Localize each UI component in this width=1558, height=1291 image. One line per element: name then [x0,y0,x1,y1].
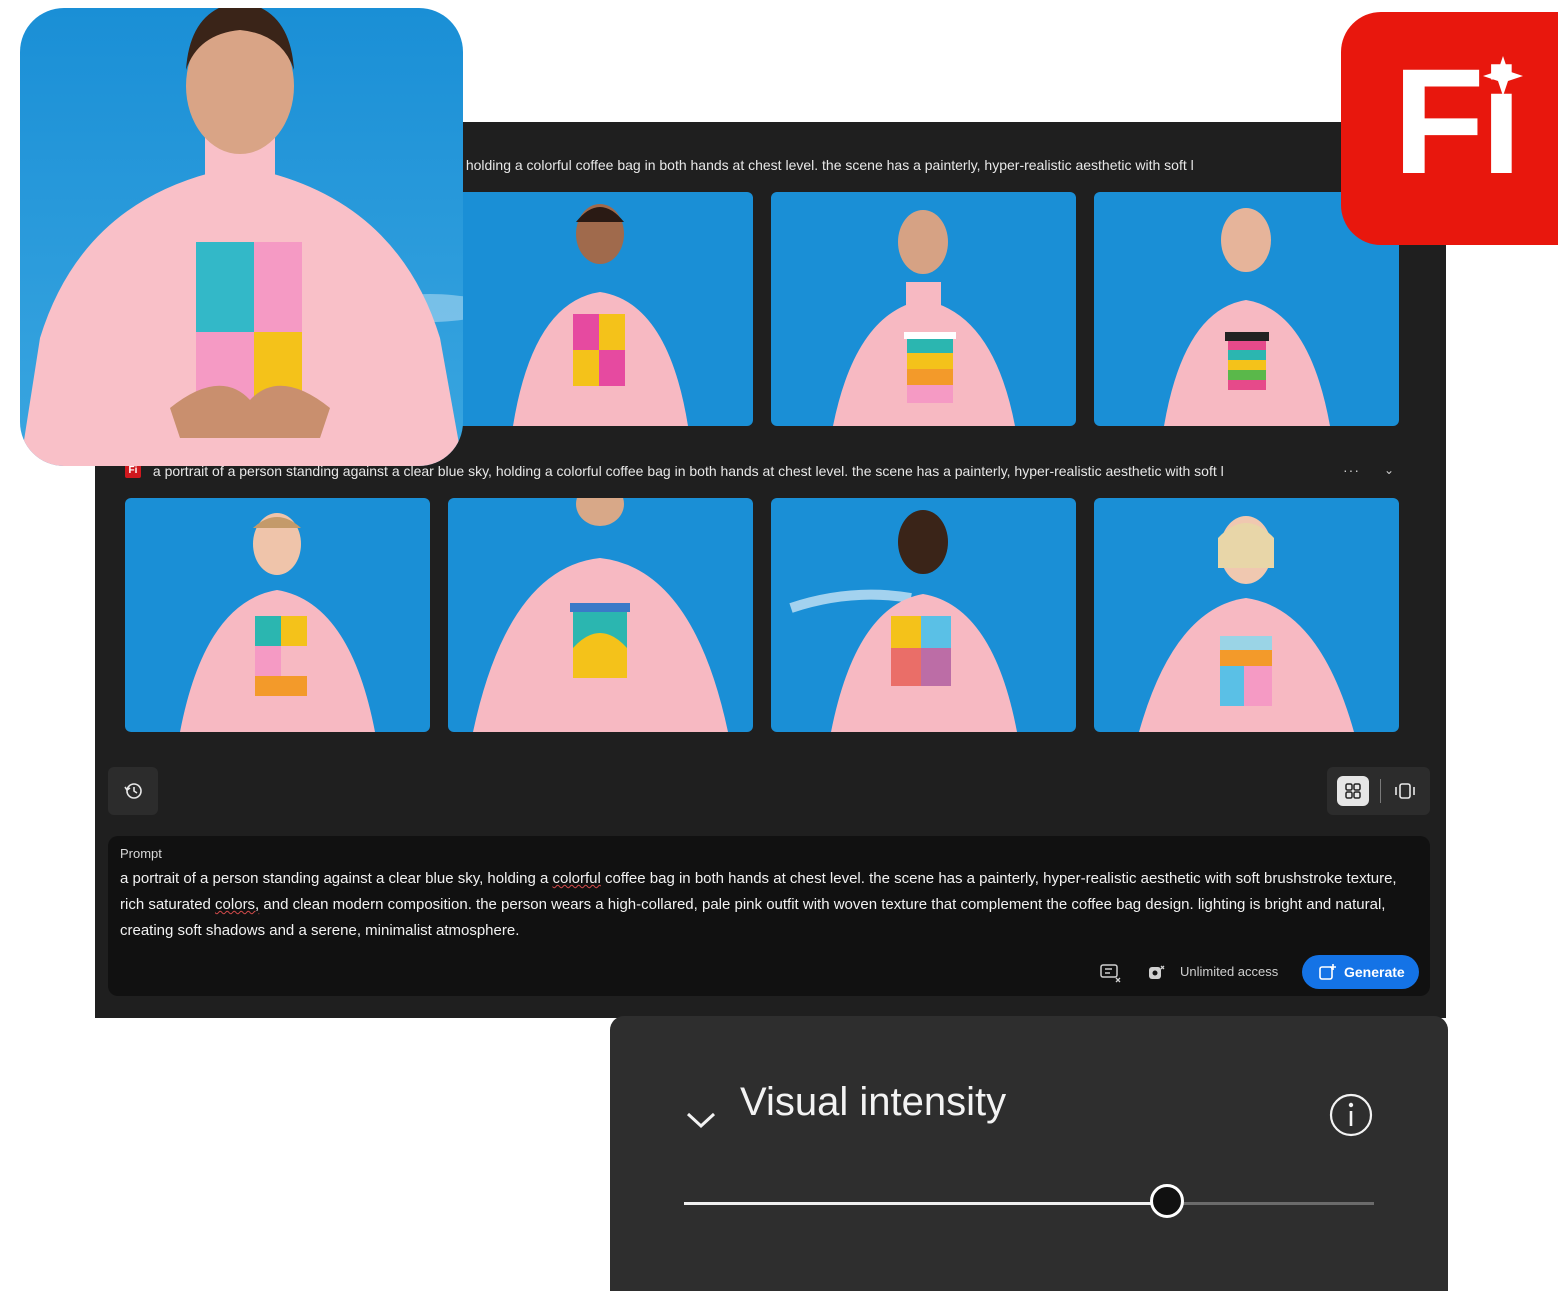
visual-intensity-slider-fill [684,1202,1167,1205]
generated-image-thumbnail[interactable] [771,498,1076,732]
history-icon [124,783,142,799]
generate-label: Generate [1344,964,1405,980]
firefly-badge-icon: Fi [125,464,141,479]
featured-image [20,8,463,466]
prompt-panel[interactable]: Prompt a portrait of a person standing a… [108,836,1430,996]
info-icon[interactable] [1327,1091,1375,1139]
firefly-logo: Fi [1341,12,1558,245]
generate-icon [1319,964,1336,980]
expand-chevron-icon[interactable]: ⌄ [1384,452,1394,488]
grid-view-button[interactable] [1337,776,1369,806]
more-options-button[interactable]: ··· [1343,452,1360,488]
spellcheck-word: colors, [215,896,260,913]
visual-intensity-slider-thumb[interactable] [1150,1184,1184,1218]
prompt-input[interactable]: a portrait of a person standing against … [120,866,1420,944]
single-view-icon[interactable] [1390,776,1420,806]
spellcheck-word: colorful [552,870,601,887]
toggle-divider [1380,779,1381,803]
unlimited-access-label: Unlimited access [1180,964,1279,979]
prompt-label: Prompt [120,846,162,861]
generate-button[interactable]: Generate [1302,955,1419,989]
generated-image-thumbnail[interactable] [448,498,753,732]
prompt-suggestions-icon[interactable] [1098,962,1124,984]
sparkle-icon [1483,56,1523,96]
visual-intensity-panel: Visual intensity [610,1016,1448,1291]
generated-image-thumbnail[interactable] [125,498,430,732]
history-button[interactable] [108,767,158,815]
collapse-chevron-icon[interactable] [684,1108,718,1132]
credits-icon [1149,965,1165,979]
view-mode-toggle [1327,767,1430,815]
prompt-text-part: and clean modern composition. the person… [120,896,1386,939]
generated-image-thumbnail[interactable] [448,192,753,426]
visual-intensity-title: Visual intensity [740,1080,1007,1124]
generated-image-thumbnail[interactable] [771,192,1076,426]
prompt-text-part: a portrait of a person standing against … [120,870,553,887]
generated-image-thumbnail[interactable] [1094,498,1399,732]
grid-icon [1345,783,1361,799]
